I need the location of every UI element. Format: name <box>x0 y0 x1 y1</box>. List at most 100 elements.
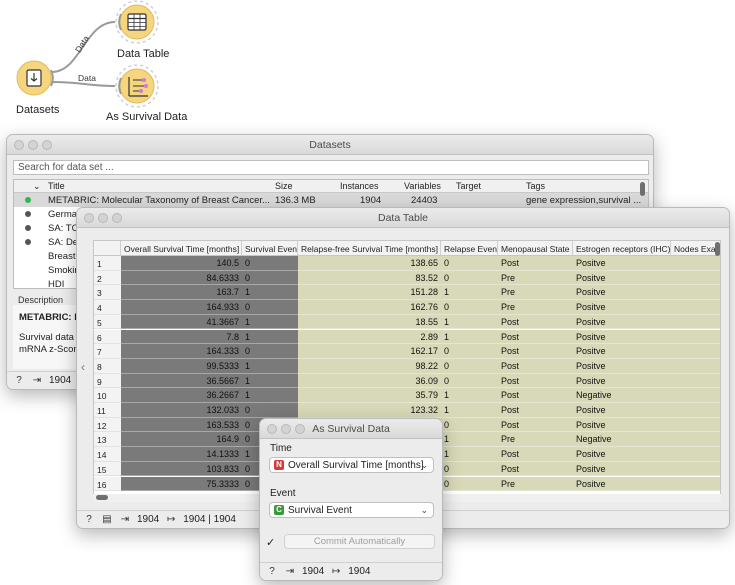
table-cell[interactable]: Post <box>498 417 573 433</box>
as-survival-node[interactable] <box>115 64 159 108</box>
table-cell[interactable] <box>671 329 720 345</box>
table-cell[interactable] <box>671 403 720 418</box>
table-cell[interactable]: 164.333 <box>121 344 242 359</box>
table-cell[interactable]: 36.2667 <box>121 388 242 403</box>
table-cell[interactable]: Positve <box>573 285 671 301</box>
table-cell[interactable]: 0 <box>441 300 498 315</box>
table-cell[interactable]: 1 <box>441 432 498 448</box>
table-cell[interactable]: 151.28 <box>298 285 441 301</box>
table-cell[interactable]: 36.5667 <box>121 373 242 389</box>
help-icon[interactable]: ? <box>13 375 25 387</box>
table-cell[interactable]: Positve <box>573 300 671 315</box>
column-header[interactable]: Relapse-free Survival Time [months] <box>298 241 441 256</box>
table-cell[interactable] <box>671 358 720 374</box>
table-cell[interactable]: Post <box>498 344 573 359</box>
table-cell[interactable]: Pre <box>498 270 573 286</box>
table-cell[interactable]: 1 <box>242 358 298 374</box>
data-table-node[interactable] <box>115 0 159 44</box>
datasets-titlebar[interactable]: Datasets <box>7 135 653 155</box>
row-header[interactable]: 12 <box>94 417 121 433</box>
table-cell[interactable]: 0 <box>242 300 298 315</box>
table-cell[interactable]: Positve <box>573 417 671 433</box>
table-cell[interactable]: Positve <box>573 314 671 330</box>
table-cell[interactable]: Positve <box>573 447 671 462</box>
table-cell[interactable]: 0 <box>441 476 498 492</box>
grid-corner-button[interactable] <box>94 241 121 256</box>
table-cell[interactable]: Post <box>498 256 573 271</box>
row-header[interactable]: 8 <box>94 358 121 374</box>
table-cell[interactable]: Post <box>498 447 573 462</box>
table-cell[interactable] <box>671 373 720 389</box>
table-cell[interactable]: 1 <box>441 447 498 462</box>
row-header[interactable]: 10 <box>94 388 121 403</box>
row-header[interactable]: 14 <box>94 447 121 462</box>
table-cell[interactable]: 1 <box>441 285 498 301</box>
row-header[interactable]: 6 <box>94 329 121 345</box>
datasets-node[interactable] <box>16 60 54 96</box>
table-cell[interactable]: 99.5333 <box>121 358 242 374</box>
column-header[interactable]: Relapse Event <box>441 241 498 256</box>
table-cell[interactable]: 1 <box>242 314 298 330</box>
table-cell[interactable] <box>671 314 720 330</box>
column-header-instances[interactable]: Instances <box>340 181 379 191</box>
table-cell[interactable]: 132.033 <box>121 403 242 418</box>
table-cell[interactable]: 98.22 <box>298 358 441 374</box>
row-header[interactable]: 16 <box>94 476 121 492</box>
table-cell[interactable]: 0 <box>441 373 498 389</box>
table-cell[interactable]: 164.9 <box>121 432 242 448</box>
table-cell[interactable]: 18.55 <box>298 314 441 330</box>
table-cell[interactable]: Negative <box>573 432 671 448</box>
table-cell[interactable]: 1 <box>441 314 498 330</box>
table-cell[interactable]: 163.533 <box>121 417 242 433</box>
commit-automatically-checkbox[interactable]: ✓ <box>266 536 275 549</box>
table-cell[interactable]: Pre <box>498 300 573 315</box>
table-cell[interactable]: Post <box>498 388 573 403</box>
table-cell[interactable]: 1 <box>242 388 298 403</box>
table-cell[interactable]: 0 <box>242 344 298 359</box>
table-cell[interactable]: Positve <box>573 329 671 345</box>
table-cell[interactable]: 2.89 <box>298 329 441 345</box>
row-header[interactable]: 4 <box>94 300 121 315</box>
table-cell[interactable]: 41.3667 <box>121 314 242 330</box>
table-cell[interactable]: 162.76 <box>298 300 441 315</box>
table-cell[interactable]: 103.833 <box>121 461 242 477</box>
datasets-scrollbar[interactable] <box>640 182 645 196</box>
report-icon[interactable]: ▤ <box>101 514 113 526</box>
table-cell[interactable]: Positve <box>573 403 671 418</box>
workflow-canvas[interactable]: Data Data Datasets Data Table As Surviva… <box>0 0 735 135</box>
table-cell[interactable]: 7.8 <box>121 329 242 345</box>
table-cell[interactable] <box>671 476 720 492</box>
table-cell[interactable]: 1 <box>242 373 298 389</box>
collapse-left-arrow-icon[interactable]: ‹ <box>81 360 85 374</box>
table-cell[interactable]: 0 <box>242 270 298 286</box>
column-header[interactable]: Estrogen receptors (IHC) <box>573 241 671 256</box>
vertical-scrollbar-thumb[interactable] <box>715 242 720 256</box>
table-cell[interactable]: 0 <box>441 344 498 359</box>
table-cell[interactable]: 138.65 <box>298 256 441 271</box>
table-cell[interactable]: 162.17 <box>298 344 441 359</box>
sort-indicator-icon[interactable]: ⌄ <box>33 181 41 192</box>
dataset-row[interactable]: METABRIC: Molecular Taxonomy of Breast C… <box>14 193 648 207</box>
table-cell[interactable] <box>671 300 720 315</box>
table-cell[interactable]: 36.09 <box>298 373 441 389</box>
table-cell[interactable]: Pre <box>498 285 573 301</box>
table-cell[interactable]: Post <box>498 358 573 374</box>
help-icon[interactable]: ? <box>83 514 95 526</box>
table-cell[interactable]: 0 <box>242 403 298 418</box>
dataset-search-input[interactable] <box>13 160 649 175</box>
table-cell[interactable] <box>671 256 720 271</box>
table-cell[interactable]: 0 <box>441 417 498 433</box>
table-cell[interactable]: Post <box>498 329 573 345</box>
horizontal-scrollbar-thumb[interactable] <box>96 495 108 500</box>
column-header-variables[interactable]: Variables <box>404 181 441 191</box>
table-cell[interactable]: 0 <box>441 256 498 271</box>
table-cell[interactable]: Post <box>498 314 573 330</box>
table-cell[interactable]: Positve <box>573 358 671 374</box>
table-cell[interactable]: Pre <box>498 432 573 448</box>
table-cell[interactable]: 1 <box>441 403 498 418</box>
table-cell[interactable]: Positve <box>573 344 671 359</box>
table-cell[interactable]: Positve <box>573 476 671 492</box>
row-header[interactable]: 3 <box>94 285 121 301</box>
table-cell[interactable]: 140.5 <box>121 256 242 271</box>
table-cell[interactable] <box>671 344 720 359</box>
